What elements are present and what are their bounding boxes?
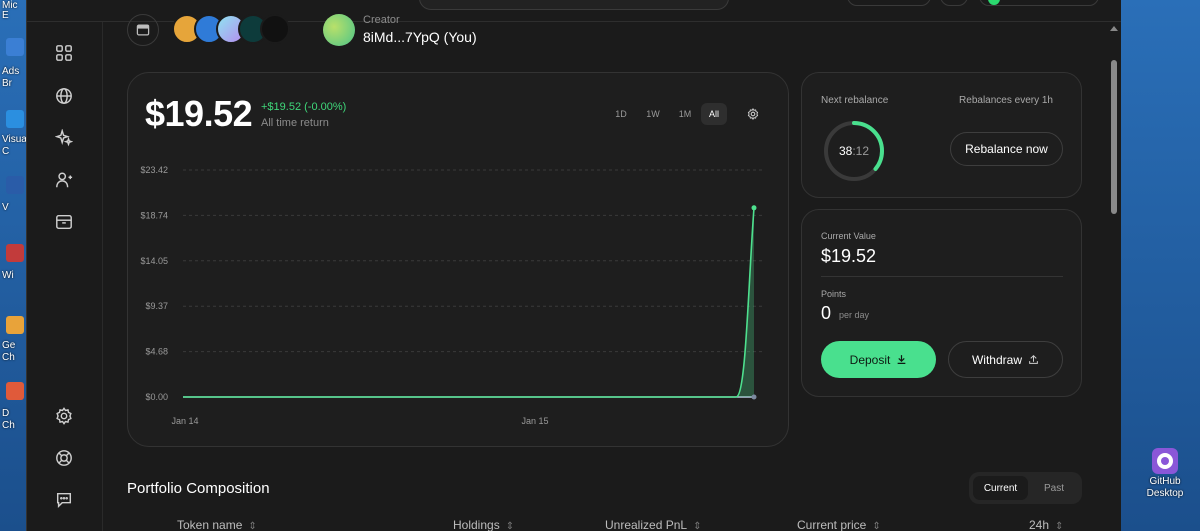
desktop-app-icon[interactable]	[6, 176, 24, 194]
rebalance-card: Next rebalance Rebalances every 1h 38:12…	[801, 72, 1082, 198]
sort-icon: ⇕	[1055, 521, 1064, 531]
chat-icon[interactable]	[53, 489, 75, 511]
deposit-button[interactable]: Deposit	[821, 341, 936, 378]
portfolio-composition-title: Portfolio Composition	[127, 480, 270, 497]
data-point-baseline	[751, 394, 757, 400]
desktop-label: Ads	[2, 66, 20, 77]
points-label: Points	[821, 289, 847, 299]
column-header-label: Current price	[797, 518, 867, 531]
archive-box-icon[interactable]	[53, 211, 75, 233]
rebalance-frequency: Rebalances every 1h	[959, 95, 1053, 106]
column-header-holdings[interactable]: Holdings ⇕	[453, 518, 514, 531]
y-tick-label: $18.74	[140, 210, 168, 220]
column-header-current-price[interactable]: Current price ⇕	[797, 518, 881, 531]
help-lifebuoy-icon[interactable]	[53, 447, 75, 469]
settings-gear-icon[interactable]	[53, 405, 75, 427]
solana-token-icon	[260, 14, 290, 44]
sort-icon: ⇕	[693, 521, 702, 531]
desktop-label: V	[2, 202, 9, 213]
search-input[interactable]	[419, 0, 729, 10]
desktop-label: Ch	[2, 352, 15, 363]
points-value: 0	[821, 303, 832, 323]
current-value: $19.52	[821, 246, 877, 266]
y-tick-label: $4.68	[145, 347, 168, 357]
column-header-label: 24h	[1029, 518, 1050, 531]
chrome-desktop-icon[interactable]	[6, 382, 24, 400]
divider	[821, 276, 1063, 277]
desktop-app-icon[interactable]	[6, 244, 24, 262]
tab-past[interactable]: Past	[1029, 476, 1079, 500]
desktop-app-icon[interactable]	[6, 38, 24, 56]
withdraw-button[interactable]: Withdraw	[948, 341, 1063, 378]
top-bar-button[interactable]	[847, 0, 931, 6]
dashboard-icon[interactable]	[53, 42, 75, 64]
withdraw-label: Withdraw	[971, 352, 1022, 367]
sort-icon: ⇕	[872, 521, 881, 531]
scroll-up-arrow-icon[interactable]	[1110, 26, 1118, 31]
upload-icon	[1029, 354, 1038, 364]
sidebar	[27, 22, 103, 531]
y-tick-label: $0.00	[145, 392, 168, 402]
x-tick-label: Jan 15	[521, 416, 548, 426]
y-tick-label: $9.37	[145, 301, 168, 311]
archive-button[interactable]	[127, 14, 159, 46]
desktop-label: Wi	[2, 270, 14, 281]
tab-current[interactable]: Current	[973, 476, 1028, 500]
github-desktop-shortcut[interactable]: GitHub Desktop	[1130, 448, 1200, 500]
archive-icon	[136, 24, 150, 36]
column-header-label: Token name	[177, 518, 243, 531]
desktop-label: E	[2, 10, 9, 21]
github-icon	[1152, 448, 1178, 474]
rebalance-countdown: 38:12	[822, 119, 886, 183]
column-header-label: Unrealized PnL	[605, 518, 688, 531]
creator-label: Creator	[363, 14, 400, 26]
desktop-label: D	[2, 408, 10, 419]
sort-icon: ⇕	[505, 521, 515, 531]
top-bar-icon-button[interactable]	[940, 0, 968, 6]
github-label-line1: GitHub	[1149, 476, 1181, 487]
rebalance-now-button[interactable]: Rebalance now	[950, 132, 1063, 166]
download-icon	[897, 355, 906, 364]
column-header-24h[interactable]: 24h ⇕	[1029, 518, 1063, 531]
x-tick-label: Jan 14	[171, 416, 198, 426]
creator-name[interactable]: 8iMd...7YpQ (You)	[363, 29, 477, 45]
app-window: Creator 8iMd...7YpQ (You) $19.52 +$19.52…	[26, 0, 1121, 531]
github-label-line2: Desktop	[1146, 488, 1184, 499]
series-line	[183, 207, 755, 398]
column-header-unrealized-pnl[interactable]: Unrealized PnL ⇕	[605, 518, 701, 531]
sparkles-icon[interactable]	[53, 127, 75, 149]
chrome-desktop-icon[interactable]	[6, 316, 24, 334]
countdown-seconds: 12	[855, 144, 870, 158]
y-tick-label: $14.05	[140, 256, 168, 266]
scroll-thumb[interactable]	[1111, 60, 1117, 214]
vscode-desktop-icon[interactable]	[6, 110, 24, 128]
column-header-label: Holdings	[453, 518, 500, 531]
creator-avatar[interactable]	[323, 14, 355, 46]
countdown-minutes: 38	[838, 144, 853, 158]
scrollbar[interactable]	[1107, 22, 1121, 531]
desktop-label: Visua	[2, 134, 27, 145]
desktop-label: Br	[2, 78, 12, 89]
y-tick-label: $23.42	[140, 165, 168, 175]
current-value-label: Current Value	[821, 231, 876, 241]
data-point-latest	[751, 205, 757, 211]
globe-icon[interactable]	[53, 85, 75, 107]
desktop-label: Ge	[2, 340, 16, 351]
deposit-label: Deposit	[849, 352, 891, 367]
rebalance-title: Next rebalance	[821, 95, 889, 106]
points-unit: per day	[839, 310, 870, 320]
desktop-icons-left: Mic E Ads Br Visua C V Wi Ge Ch D Ch	[0, 0, 27, 531]
composition-tab-switch: Current Past	[969, 472, 1082, 504]
series-area	[736, 207, 754, 397]
column-header-token-name[interactable]: Token name ⇕	[177, 518, 257, 531]
desktop-label: C	[2, 146, 10, 157]
wallet-button[interactable]	[979, 0, 1099, 6]
performance-chart-card: $19.52 +$19.52 (-0.00%) All time return …	[127, 72, 789, 447]
sort-icon: ⇕	[248, 521, 257, 531]
performance-chart: $23.42 $18.74 $14.05 $9.37 $4.68 $0.00 Jan 14 J…	[140, 165, 764, 426]
user-add-icon[interactable]	[53, 169, 75, 191]
desktop-label: Ch	[2, 420, 15, 431]
current-value-card: Current Value $19.52 Points 0 per day De…	[801, 209, 1082, 397]
